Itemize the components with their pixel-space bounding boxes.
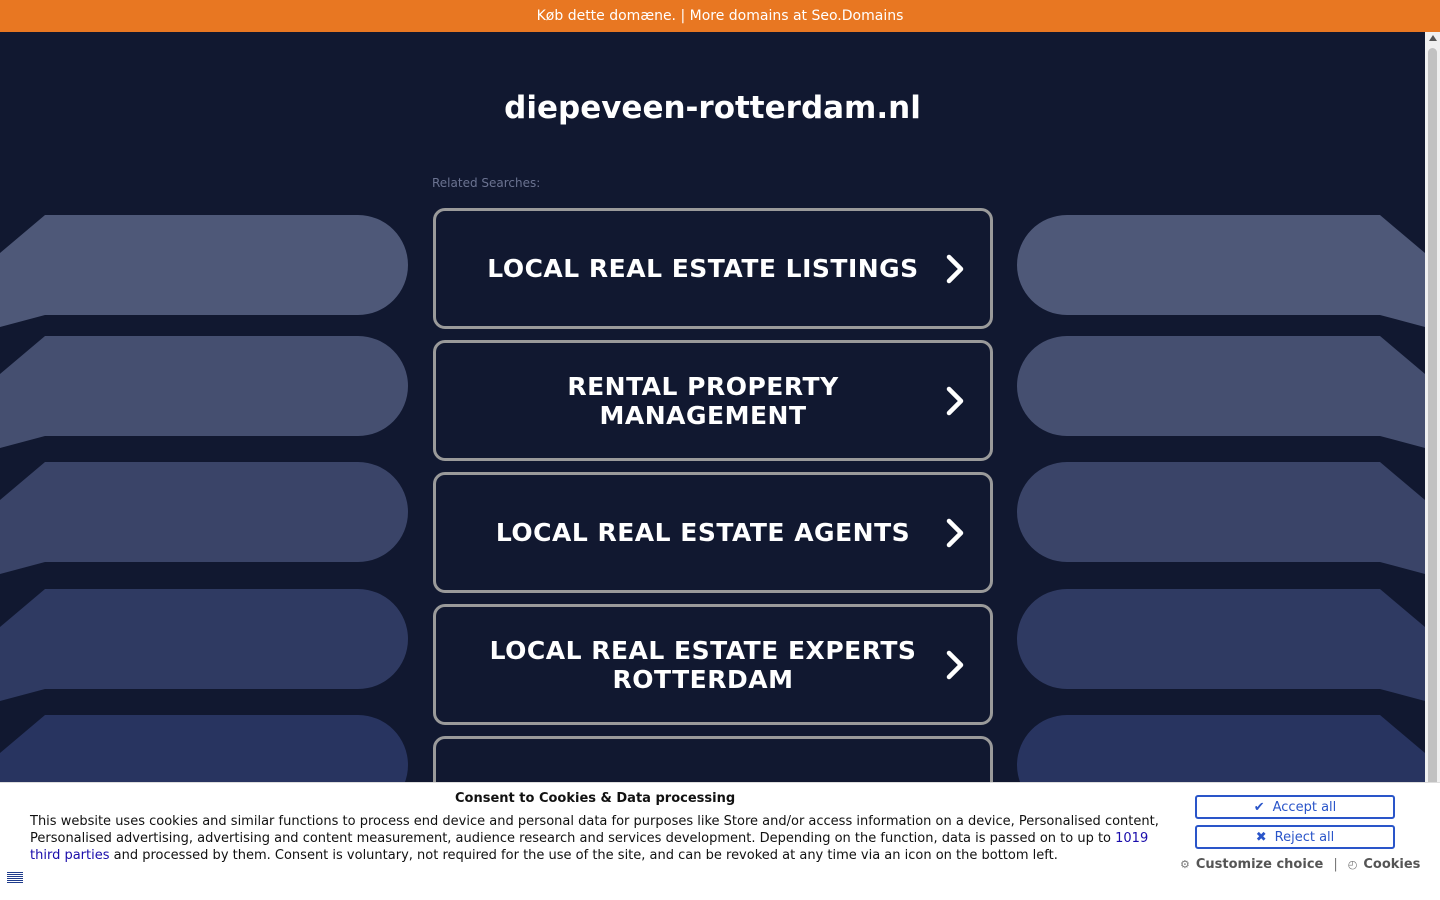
- check-icon: ✔: [1253, 799, 1265, 815]
- consent-description: This website uses cookies and similar fu…: [30, 813, 1165, 864]
- related-search-label: LOCAL REAL ESTATE LISTINGS: [487, 254, 919, 283]
- scroll-up-icon[interactable]: [1429, 35, 1437, 41]
- flag-stripe: [7, 873, 23, 874]
- related-search-label: RENTAL PROPERTY MANAGEMENT: [567, 371, 839, 430]
- banner-separator: |: [680, 8, 686, 24]
- buy-domain-link[interactable]: Køb dette domæne.: [537, 8, 676, 24]
- related-search-button[interactable]: LOCAL REAL ESTATE AGENTS: [433, 472, 993, 593]
- cookies-link[interactable]: Cookies: [1363, 857, 1420, 872]
- flag-stripe: [7, 879, 23, 880]
- domain-sale-banner: Køb dette domæne. | More domains at Seo.…: [0, 0, 1440, 32]
- decorative-pill: [0, 589, 408, 701]
- related-searches-label: Related Searches:: [432, 176, 541, 190]
- close-icon: ✖: [1255, 829, 1267, 845]
- flag-stripe: [7, 877, 23, 878]
- accept-all-label: Accept all: [1272, 799, 1337, 815]
- decorative-pill: [1017, 336, 1425, 448]
- chevron-right-icon: [946, 386, 964, 415]
- chevron-right-icon: [946, 518, 964, 547]
- consent-title: Consent to Cookies & Data processing: [455, 791, 736, 806]
- site-title: diepeveen-rotterdam.nl: [504, 90, 921, 126]
- consent-text-part2: and processed by them. Consent is volunt…: [109, 848, 1058, 863]
- consent-links: ⚙ Customize choice | ◴ Cookies: [1180, 857, 1420, 872]
- page-scrollbar[interactable]: [1425, 32, 1440, 900]
- decorative-pill: [0, 462, 408, 574]
- flag-stripe: [7, 881, 23, 882]
- decorative-pill: [1017, 589, 1425, 701]
- related-search-button[interactable]: LOCAL REAL ESTATE LISTINGS: [433, 208, 993, 329]
- consent-text-part1: This website uses cookies and similar fu…: [30, 814, 1159, 846]
- links-separator: |: [1333, 857, 1338, 872]
- flag-stripe: [7, 875, 23, 876]
- chevron-right-icon: [946, 254, 964, 283]
- decorative-pill: [1017, 215, 1425, 327]
- related-search-button[interactable]: RENTAL PROPERTY MANAGEMENT: [433, 340, 993, 461]
- reject-all-label: Reject all: [1274, 829, 1335, 845]
- accept-all-button[interactable]: ✔ Accept all: [1195, 795, 1395, 819]
- customize-choice-link[interactable]: Customize choice: [1196, 857, 1323, 872]
- page-content: diepeveen-rotterdam.nl Related Searches:…: [0, 32, 1425, 900]
- reject-all-button[interactable]: ✖ Reject all: [1195, 825, 1395, 849]
- scrollbar-thumb[interactable]: [1428, 48, 1437, 788]
- decorative-pill: [1017, 462, 1425, 574]
- related-search-label: LOCAL REAL ESTATE EXPERTS ROTTERDAM: [489, 635, 917, 694]
- cookie-icon: ◴: [1347, 858, 1358, 871]
- related-search-button[interactable]: LOCAL REAL ESTATE EXPERTS ROTTERDAM: [433, 604, 993, 725]
- related-search-label: LOCAL REAL ESTATE AGENTS: [495, 518, 911, 547]
- more-domains-link[interactable]: More domains at Seo.Domains: [690, 8, 904, 24]
- flag-icon[interactable]: [7, 872, 23, 883]
- decorative-pill: [0, 215, 408, 327]
- decorative-pill: [0, 336, 408, 448]
- gear-icon: ⚙: [1180, 858, 1190, 871]
- chevron-right-icon: [946, 650, 964, 679]
- cookie-consent-banner: Consent to Cookies & Data processing Thi…: [0, 782, 1440, 900]
